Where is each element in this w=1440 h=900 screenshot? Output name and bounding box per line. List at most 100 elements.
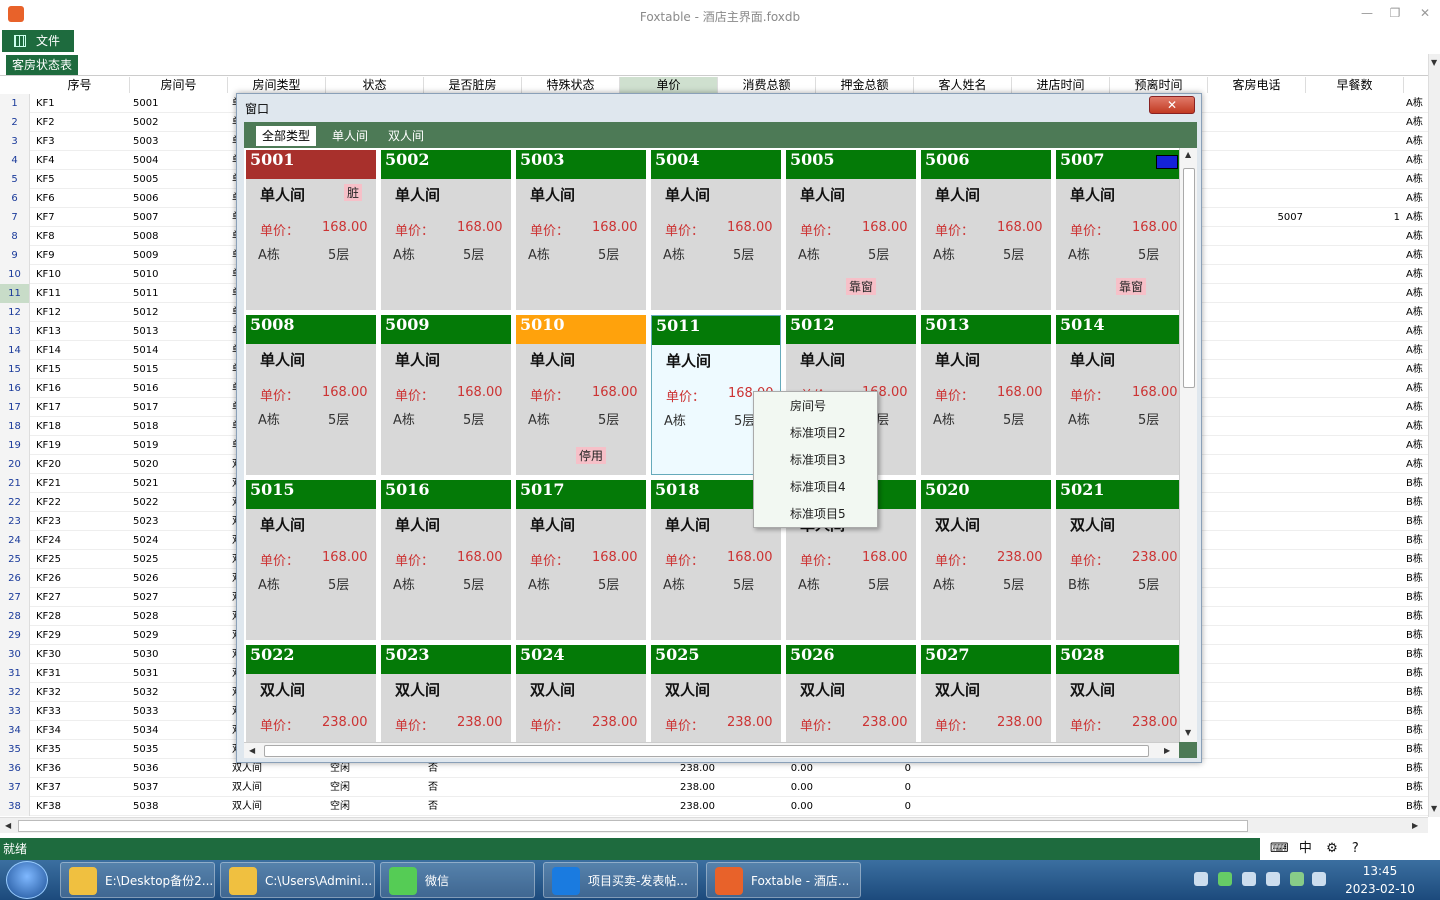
- column-header[interactable]: 序号: [30, 77, 130, 93]
- table-cell[interactable]: [1306, 455, 1400, 474]
- table-cell[interactable]: [1208, 474, 1303, 493]
- table-cell[interactable]: 空闲: [330, 778, 420, 797]
- taskbar-item[interactable]: C:\Users\Admini...: [220, 862, 375, 898]
- table-cell[interactable]: 5004: [133, 151, 223, 170]
- table-cell[interactable]: 0: [816, 797, 911, 816]
- table-cell[interactable]: [1208, 588, 1303, 607]
- shield-icon[interactable]: [1194, 872, 1208, 886]
- cards-vertical-thumb[interactable]: [1183, 168, 1195, 388]
- table-cell[interactable]: [1306, 645, 1400, 664]
- table-cell[interactable]: 5016: [133, 379, 223, 398]
- row-number[interactable]: 38: [0, 797, 30, 816]
- table-cell[interactable]: 5007: [1208, 208, 1303, 227]
- table-cell[interactable]: KF23: [36, 512, 116, 531]
- column-header[interactable]: 消费总额: [718, 77, 816, 93]
- file-menu[interactable]: 文件: [2, 30, 74, 52]
- grid-horizontal-scrollbar[interactable]: ◀ ▶: [0, 817, 1428, 833]
- row-number[interactable]: 2: [0, 113, 30, 132]
- network-icon[interactable]: [1290, 872, 1304, 886]
- table-cell[interactable]: [1208, 94, 1303, 113]
- row-number[interactable]: 1: [0, 94, 30, 113]
- cards-horizontal-scrollbar[interactable]: ◀ ▶: [244, 742, 1179, 758]
- row-number[interactable]: 12: [0, 303, 30, 322]
- room-card[interactable]: 5016 单人间 单价： 168.00 A栋 5层: [381, 480, 511, 640]
- room-card[interactable]: 5008 单人间 单价： 168.00 A栋 5层: [246, 315, 376, 475]
- table-cell[interactable]: [1208, 284, 1303, 303]
- table-cell[interactable]: KF9: [36, 246, 116, 265]
- table-cell[interactable]: [1208, 721, 1303, 740]
- table-cell[interactable]: [1306, 588, 1400, 607]
- table-cell[interactable]: KF29: [36, 626, 116, 645]
- close-button[interactable]: ✕: [1414, 6, 1436, 22]
- row-number[interactable]: 30: [0, 645, 30, 664]
- table-cell[interactable]: [1208, 607, 1303, 626]
- table-cell[interactable]: 否: [428, 797, 488, 816]
- table-cell[interactable]: [1208, 455, 1303, 474]
- room-card[interactable]: 5001 单人间 单价： 168.00 A栋 5层 脏: [246, 150, 376, 310]
- table-cell[interactable]: [1306, 493, 1400, 512]
- table-cell[interactable]: 5028: [133, 607, 223, 626]
- scroll-left-arrow-icon[interactable]: ◀: [249, 746, 255, 755]
- table-cell[interactable]: 5027: [133, 588, 223, 607]
- table-cell[interactable]: [1306, 569, 1400, 588]
- table-cell[interactable]: [1306, 664, 1400, 683]
- row-number[interactable]: 23: [0, 512, 30, 531]
- table-cell[interactable]: B栋: [1406, 721, 1428, 740]
- table-cell[interactable]: [1306, 778, 1400, 797]
- column-header[interactable]: 是否脏房: [424, 77, 522, 93]
- table-cell[interactable]: 5012: [133, 303, 223, 322]
- table-cell[interactable]: A栋: [1406, 246, 1428, 265]
- table-cell[interactable]: 空闲: [330, 797, 420, 816]
- table-cell[interactable]: 0.00: [718, 797, 813, 816]
- row-number[interactable]: 7: [0, 208, 30, 227]
- table-cell[interactable]: [1306, 246, 1400, 265]
- table-cell[interactable]: A栋: [1406, 303, 1428, 322]
- table-cell[interactable]: A栋: [1406, 341, 1428, 360]
- table-cell[interactable]: B栋: [1406, 797, 1428, 816]
- table-cell[interactable]: 5026: [133, 569, 223, 588]
- table-cell[interactable]: 5034: [133, 721, 223, 740]
- table-cell[interactable]: [1208, 189, 1303, 208]
- room-card[interactable]: 5013 单人间 单价： 168.00 A栋 5层: [921, 315, 1051, 475]
- row-number[interactable]: 20: [0, 455, 30, 474]
- table-cell[interactable]: [1306, 284, 1400, 303]
- table-cell[interactable]: KF24: [36, 531, 116, 550]
- table-cell[interactable]: A栋: [1406, 151, 1428, 170]
- table-cell[interactable]: A栋: [1406, 113, 1428, 132]
- row-number[interactable]: 32: [0, 683, 30, 702]
- context-menu-item[interactable]: 房间号: [754, 395, 877, 417]
- table-cell[interactable]: [1208, 341, 1303, 360]
- table-cell[interactable]: 5022: [133, 493, 223, 512]
- table-cell[interactable]: [1208, 417, 1303, 436]
- table-cell[interactable]: [1306, 113, 1400, 132]
- table-cell[interactable]: [1208, 531, 1303, 550]
- column-header[interactable]: 客房电话: [1208, 77, 1306, 93]
- table-cell[interactable]: KF38: [36, 797, 116, 816]
- row-number[interactable]: 25: [0, 550, 30, 569]
- table-cell[interactable]: KF3: [36, 132, 116, 151]
- maximize-button[interactable]: ❐: [1384, 6, 1406, 22]
- table-cell[interactable]: [1208, 664, 1303, 683]
- row-number[interactable]: 18: [0, 417, 30, 436]
- table-cell[interactable]: B栋: [1406, 740, 1428, 759]
- table-cell[interactable]: [1306, 379, 1400, 398]
- table-cell[interactable]: A栋: [1406, 227, 1428, 246]
- taskbar-item[interactable]: Foxtable - 酒店...: [706, 862, 861, 898]
- signal-icon[interactable]: [1312, 872, 1326, 886]
- table-cell[interactable]: 5015: [133, 360, 223, 379]
- table-cell[interactable]: 5003: [133, 132, 223, 151]
- row-number[interactable]: 24: [0, 531, 30, 550]
- room-card[interactable]: 5023 双人间 单价： 238.00: [381, 645, 511, 742]
- table-cell[interactable]: KF26: [36, 569, 116, 588]
- table-cell[interactable]: 5018: [133, 417, 223, 436]
- table-cell[interactable]: [1208, 360, 1303, 379]
- row-number[interactable]: 16: [0, 379, 30, 398]
- table-cell[interactable]: 1: [1306, 208, 1400, 227]
- context-menu-item[interactable]: 标准项目2: [754, 422, 877, 444]
- row-number[interactable]: 10: [0, 265, 30, 284]
- table-cell[interactable]: 5002: [133, 113, 223, 132]
- row-number[interactable]: 4: [0, 151, 30, 170]
- column-header[interactable]: 进店时间: [1012, 77, 1110, 93]
- table-cell[interactable]: A栋: [1406, 398, 1428, 417]
- context-menu-item[interactable]: 标准项目3: [754, 449, 877, 471]
